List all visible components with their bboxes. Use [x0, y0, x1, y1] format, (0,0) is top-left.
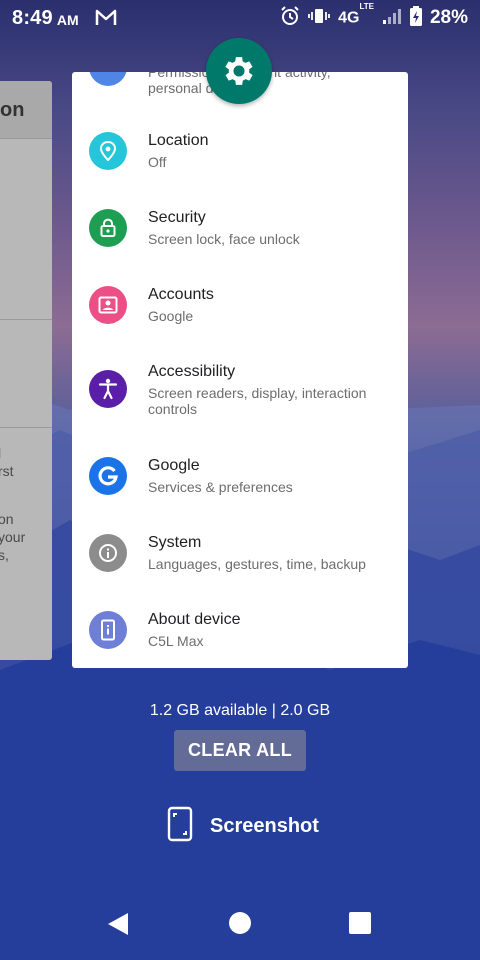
- settings-item-subtitle: Off: [148, 154, 167, 170]
- settings-item-title: Accounts: [148, 286, 214, 303]
- recent-app-card-background[interactable]: on l rst on your s,: [0, 81, 52, 660]
- alarm-icon: [280, 5, 300, 31]
- settings-item-subtitle: C5L Max: [148, 633, 204, 649]
- network-sub-label: LTE: [359, 1, 374, 11]
- settings-app-gear-icon[interactable]: [206, 38, 272, 104]
- bg-card-text: on: [0, 511, 14, 527]
- status-time: 8:49: [12, 6, 53, 29]
- screenshot-button[interactable]: Screenshot: [166, 806, 319, 847]
- network-type: 4GLTE: [338, 2, 374, 27]
- accessibility-icon: [89, 370, 127, 408]
- settings-item-subtitle: Google: [148, 308, 194, 324]
- settings-item-title: About device: [148, 611, 241, 628]
- vibrate-icon: [308, 7, 331, 30]
- settings-item-title: Location: [148, 132, 209, 149]
- screenshot-icon: [166, 806, 194, 847]
- clear-all-button[interactable]: CLEAR ALL: [174, 730, 306, 771]
- privacy-icon: [89, 72, 127, 86]
- settings-item-title: Google: [148, 457, 200, 474]
- bg-card-divider: [0, 427, 52, 428]
- settings-item-security[interactable]: Security Screen lock, face unlock: [72, 205, 408, 282]
- memory-status: 1.2 GB available | 2.0 GB: [149, 702, 331, 719]
- bg-card-header: on: [0, 81, 52, 139]
- back-icon[interactable]: [106, 912, 130, 941]
- google-g-icon: [89, 457, 127, 495]
- account-icon: [89, 286, 127, 324]
- location-pin-icon: [89, 132, 127, 170]
- settings-item-subtitle: Screen lock, face unlock: [148, 231, 300, 247]
- settings-item-title: Accessibility: [148, 363, 236, 380]
- home-icon[interactable]: [229, 912, 251, 934]
- battery-icon: [409, 5, 422, 31]
- info-icon: [89, 534, 127, 572]
- settings-item-accessibility[interactable]: Accessibility Screen readers, display, i…: [72, 359, 408, 453]
- recent-app-card-settings[interactable]: Permissions, account activity, personal …: [72, 72, 408, 668]
- bg-card-text: s,: [0, 547, 9, 563]
- screenshot-label: Screenshot: [210, 814, 319, 837]
- bg-card-text: rst: [0, 463, 14, 479]
- phone-icon: [89, 611, 127, 649]
- settings-item-title: System: [148, 534, 202, 551]
- network-type-label: 4G: [338, 9, 360, 27]
- navigation-bar: [0, 900, 480, 948]
- settings-item-subtitle: Languages, gestures, time, backup: [148, 556, 366, 572]
- bg-card-text: l: [0, 445, 1, 461]
- signal-icon: [382, 7, 402, 30]
- settings-item-system[interactable]: System Languages, gestures, time, backup: [72, 530, 408, 607]
- settings-item-about-device[interactable]: About device C5L Max: [72, 607, 408, 668]
- status-ampm: AM: [56, 12, 79, 28]
- battery-percent: 28%: [429, 7, 468, 28]
- settings-item-location[interactable]: Location Off: [72, 128, 408, 205]
- settings-item-subtitle: Services & preferences: [148, 479, 293, 495]
- settings-item-google[interactable]: Google Services & preferences: [72, 453, 408, 530]
- settings-item-subtitle: Screen readers, display, interaction con…: [148, 385, 367, 417]
- settings-item-title: Security: [148, 209, 206, 226]
- status-indicators: 4GLTE 28%: [280, 2, 468, 31]
- recents-icon[interactable]: [349, 912, 371, 934]
- bg-card-text: your: [0, 529, 26, 545]
- lock-icon: [89, 209, 127, 247]
- settings-item-accounts[interactable]: Accounts Google: [72, 282, 408, 359]
- status-bar: 8:49 AM 4GLTE 28%: [0, 0, 480, 36]
- gmail-icon: [95, 9, 117, 27]
- bg-card-divider: [0, 319, 52, 320]
